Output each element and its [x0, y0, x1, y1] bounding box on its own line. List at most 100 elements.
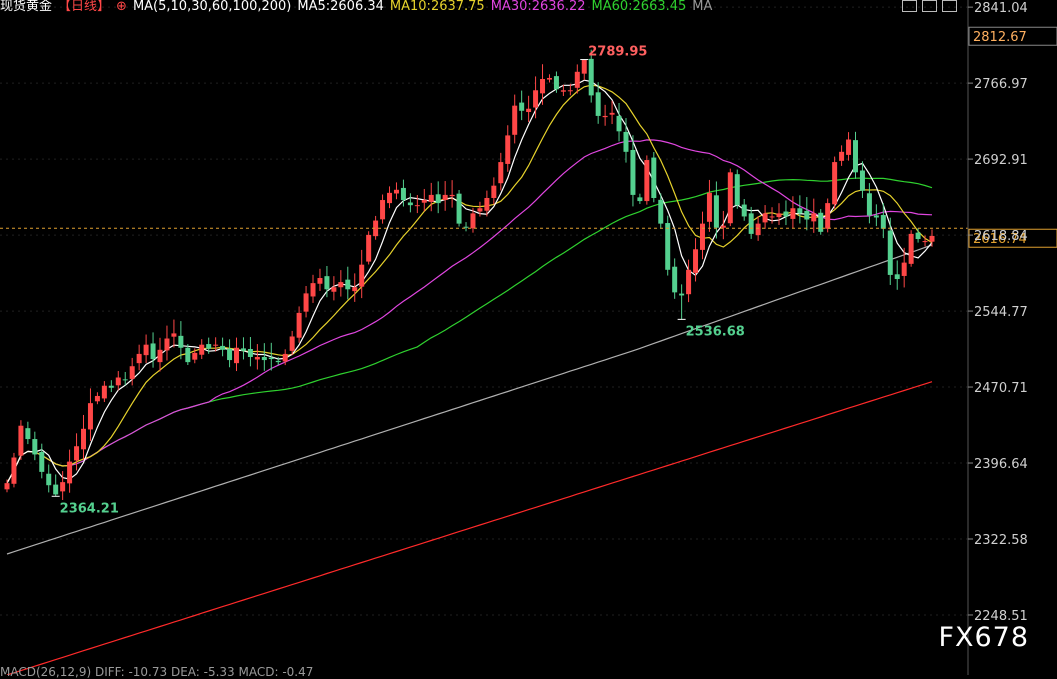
ma-extra-value: MA: [692, 0, 713, 14]
candle-body: [32, 439, 38, 455]
candle-body: [567, 90, 573, 92]
candle-body: [769, 216, 775, 218]
candle-body: [484, 197, 490, 211]
y-tick-label: 2618.84: [974, 229, 1028, 244]
candle-body: [240, 348, 246, 351]
candle-body: [400, 187, 406, 201]
candle-body: [734, 174, 740, 206]
candle-body: [846, 139, 852, 155]
candle-body: [588, 58, 594, 96]
candle-body: [693, 249, 699, 273]
candle-body: [491, 185, 497, 198]
candle-body: [407, 202, 413, 206]
candle-body: [470, 213, 476, 229]
candle-body: [171, 333, 177, 337]
grid-icon[interactable]: [902, 0, 917, 12]
ma30-value: MA30:2636.22: [490, 0, 586, 14]
candle-body: [783, 211, 789, 217]
candle-body: [658, 199, 664, 224]
ma10-value: MA10:2637.75: [389, 0, 485, 14]
candle-body: [706, 192, 712, 222]
chart-header: 现货黄金 【日线】 ⊕ MA(5,10,30,60,100,200) MA5:2…: [0, 0, 712, 14]
candle-body: [185, 347, 191, 363]
candle-body: [720, 225, 726, 228]
candle-body: [665, 223, 671, 270]
candle-body: [87, 403, 93, 430]
candle-body: [53, 484, 59, 495]
candle-body: [873, 215, 879, 218]
candle-body: [887, 230, 893, 275]
candle-body: [852, 140, 858, 173]
y-axis: 2841.04 2766.97 2692.91 2618.84 2544.77 2470.…: [967, 0, 1057, 675]
candle-body: [609, 112, 615, 115]
add-icon[interactable]: ⊕: [116, 0, 127, 14]
candle-body: [421, 200, 427, 203]
candle-body: [18, 425, 24, 456]
candle-body: [553, 76, 559, 90]
ma5-line: [6, 79, 933, 484]
candle-body: [505, 135, 511, 164]
candle-body: [839, 151, 845, 161]
ma10-line: [6, 84, 933, 484]
candle-body: [387, 192, 393, 204]
candle-body: [11, 457, 17, 484]
candle-body: [859, 170, 865, 191]
y-tick-label: 2841.04: [974, 1, 1028, 16]
ma-params[interactable]: MA(5,10,30,60,100,200): [133, 0, 291, 14]
candle-body: [595, 92, 601, 116]
candle-body: [81, 428, 87, 450]
y-tick-label: 2322.58: [974, 533, 1028, 548]
candles: [4, 49, 935, 500]
candle-body: [741, 204, 747, 217]
candle-body: [296, 312, 302, 338]
candle-body: [825, 203, 831, 229]
symbol-label[interactable]: 现货黄金: [0, 0, 52, 14]
annotation-label: 2364.21: [60, 501, 119, 516]
candle-body: [776, 213, 782, 218]
candle-body: [616, 115, 622, 132]
candle-body: [727, 172, 733, 224]
candle-body: [247, 348, 253, 357]
candle-body: [456, 193, 462, 224]
candle-body: [338, 282, 344, 288]
y-tick-label: 2396.64: [974, 457, 1028, 472]
candle-body: [866, 193, 872, 216]
watermark: FX678: [938, 622, 1029, 653]
candle-body: [832, 162, 838, 205]
candlestick-chart: 2616.742789.952536.682364.21 2841.042766…: [0, 0, 1057, 675]
candle-body: [67, 461, 73, 484]
candle-body: [574, 71, 580, 88]
candle-body: [880, 215, 886, 229]
candle-body: [227, 348, 233, 361]
moving-average-lines: [6, 79, 933, 675]
ma60-value: MA60:2663.45: [591, 0, 687, 14]
annotation-label: 2536.68: [686, 324, 745, 339]
candle-body: [46, 473, 52, 486]
candle-body: [136, 353, 142, 364]
candle-body: [275, 360, 281, 363]
y-tick-label: 2470.71: [974, 381, 1028, 396]
candle-body: [602, 115, 608, 118]
candle-body: [108, 385, 114, 388]
candle-body: [157, 349, 163, 363]
candle-body: [254, 356, 260, 360]
candle-body: [428, 194, 434, 202]
candle-body: [929, 235, 935, 242]
candle-body: [915, 232, 921, 240]
candle-body: [449, 194, 455, 197]
candle-body: [546, 77, 552, 80]
restore-icon[interactable]: [922, 0, 937, 12]
candle-body: [755, 223, 761, 236]
period-label[interactable]: 【日线】: [58, 0, 110, 14]
candle-body: [282, 353, 288, 362]
high-price-label: 2812.67: [973, 30, 1027, 45]
candle-body: [268, 357, 274, 360]
candle-body: [894, 274, 900, 280]
candle-body: [39, 451, 45, 472]
candle-body: [804, 210, 810, 220]
y-tick-label: 2544.77: [974, 305, 1028, 320]
candle-body: [463, 226, 469, 228]
candle-body: [94, 395, 100, 402]
maximize-icon[interactable]: [942, 0, 957, 12]
candle-body: [331, 287, 337, 292]
